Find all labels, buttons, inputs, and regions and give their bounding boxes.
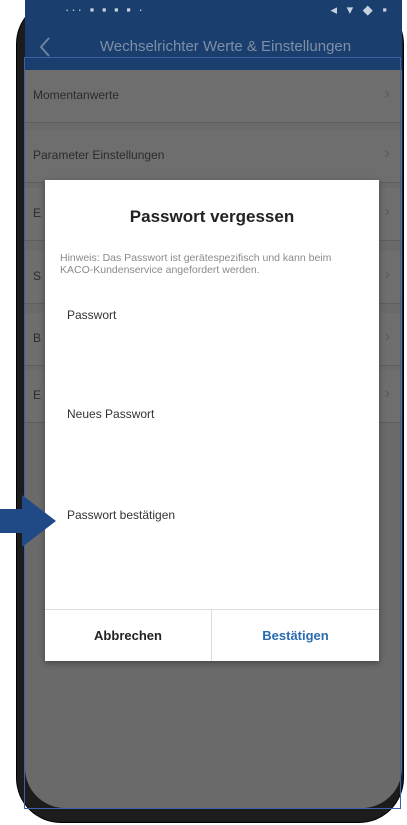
chevron-right-icon: › [384,266,390,283]
password-input[interactable] [67,325,361,387]
status-bar: ··· ▪ ▪ ▪ ▪ · ◂ ▾ ◆ ▪ [25,0,402,26]
chevron-right-icon: › [384,385,390,402]
list-item-label: Momentanwerte [33,88,120,102]
list-item-label: Parameter Einstellungen [33,148,165,162]
cancel-button[interactable]: Abbrechen [45,610,212,661]
forgot-password-dialog: Passwort vergessen Hinweis: Das Passwort… [45,180,379,661]
chevron-right-icon: › [384,203,390,220]
new-password-input[interactable] [67,425,361,487]
list-item-label: E [33,388,42,402]
list-item-label: E [33,206,42,220]
confirm-button[interactable]: Bestätigen [212,610,379,661]
list-item-label: S [33,269,42,283]
password-label: Passwort [67,308,117,322]
chevron-right-icon: › [384,145,390,162]
confirm-password-input[interactable] [67,526,361,588]
app-bar: Wechselrichter Werte & Einstellungen [25,26,402,70]
list-item-momentanwerte[interactable]: Momentanwerte › [25,70,402,123]
arrow-right-icon [0,495,56,547]
dialog-footer: Abbrechen Bestätigen [45,609,379,661]
list-item-label: B [33,331,42,345]
chevron-right-icon: › [384,85,390,102]
new-password-label: Neues Passwort [67,407,155,421]
dialog-hint: Hinweis: Das Passwort ist gerätespezifis… [60,252,332,276]
status-bar-left: ··· ▪ ▪ ▪ ▪ · [65,2,145,17]
chevron-right-icon: › [384,328,390,345]
status-bar-right: ◂ ▾ ◆ ▪ [330,2,390,17]
confirm-password-label: Passwort bestätigen [67,508,176,522]
list-item-parameter-einstellungen[interactable]: Parameter Einstellungen › [25,130,402,183]
page-title: Wechselrichter Werte & Einstellungen [99,38,352,55]
dialog-title: Passwort vergessen [129,207,295,226]
